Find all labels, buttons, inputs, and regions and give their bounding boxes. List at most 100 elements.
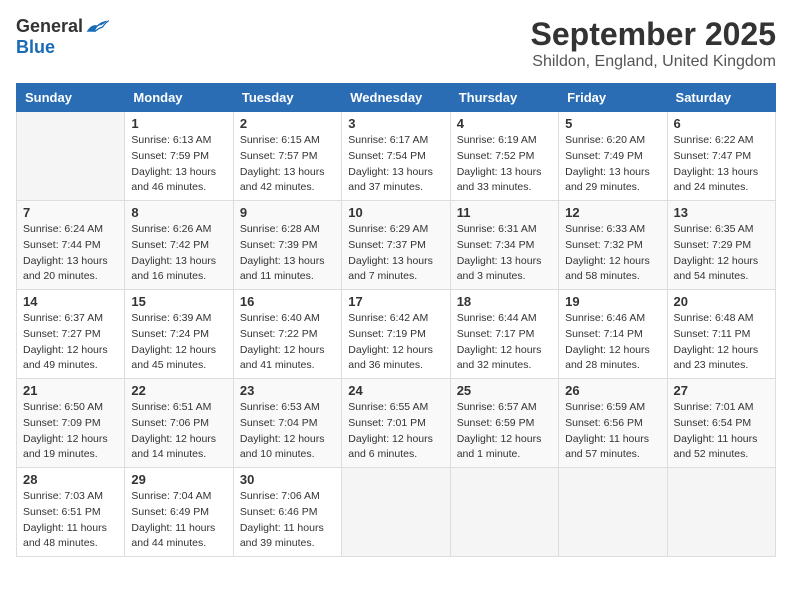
day-number: 25 (457, 383, 552, 398)
calendar-cell: 29 Sunrise: 7:04 AMSunset: 6:49 PMDayligh… (125, 468, 233, 557)
calendar-cell: 12 Sunrise: 6:33 AMSunset: 7:32 PMDayligh… (559, 201, 667, 290)
calendar-cell: 18 Sunrise: 6:44 AMSunset: 7:17 PMDayligh… (450, 290, 558, 379)
day-info: Sunrise: 6:29 AMSunset: 7:37 PMDaylight:… (348, 222, 443, 285)
day-number: 11 (457, 205, 552, 220)
calendar-cell (667, 468, 775, 557)
weekday-header-tuesday: Tuesday (233, 84, 341, 112)
day-number: 17 (348, 294, 443, 309)
day-info: Sunrise: 6:33 AMSunset: 7:32 PMDaylight:… (565, 222, 660, 285)
day-info: Sunrise: 6:57 AMSunset: 6:59 PMDaylight:… (457, 400, 552, 463)
day-number: 5 (565, 116, 660, 131)
calendar-week-row: 1 Sunrise: 6:13 AMSunset: 7:59 PMDaylight… (17, 112, 776, 201)
logo-blue-text: Blue (16, 37, 55, 58)
day-info: Sunrise: 6:40 AMSunset: 7:22 PMDaylight:… (240, 311, 335, 374)
calendar-cell: 27 Sunrise: 7:01 AMSunset: 6:54 PMDayligh… (667, 379, 775, 468)
calendar-cell: 19 Sunrise: 6:46 AMSunset: 7:14 PMDayligh… (559, 290, 667, 379)
calendar-table: SundayMondayTuesdayWednesdayThursdayFrid… (16, 83, 776, 557)
day-number: 6 (674, 116, 769, 131)
day-info: Sunrise: 6:22 AMSunset: 7:47 PMDaylight:… (674, 133, 769, 196)
calendar-cell: 16 Sunrise: 6:40 AMSunset: 7:22 PMDayligh… (233, 290, 341, 379)
weekday-header-sunday: Sunday (17, 84, 125, 112)
day-info: Sunrise: 6:53 AMSunset: 7:04 PMDaylight:… (240, 400, 335, 463)
weekday-header-saturday: Saturday (667, 84, 775, 112)
day-number: 10 (348, 205, 443, 220)
location-text: Shildon, England, United Kingdom (531, 53, 776, 71)
day-number: 27 (674, 383, 769, 398)
day-info: Sunrise: 7:03 AMSunset: 6:51 PMDaylight:… (23, 489, 118, 552)
day-info: Sunrise: 6:59 AMSunset: 6:56 PMDaylight:… (565, 400, 660, 463)
day-info: Sunrise: 7:01 AMSunset: 6:54 PMDaylight:… (674, 400, 769, 463)
day-number: 18 (457, 294, 552, 309)
calendar-cell: 24Sunrise: 6:55 AMSunset: 7:01 PMDayligh… (342, 379, 450, 468)
day-info: Sunrise: 6:42 AMSunset: 7:19 PMDaylight:… (348, 311, 443, 374)
title-section: September 2025 Shildon, England, United … (531, 16, 776, 71)
calendar-cell (342, 468, 450, 557)
day-info: Sunrise: 6:55 AMSunset: 7:01 PMDaylight:… (348, 400, 443, 463)
weekday-header-wednesday: Wednesday (342, 84, 450, 112)
day-number: 3 (348, 116, 443, 131)
calendar-cell: 1 Sunrise: 6:13 AMSunset: 7:59 PMDaylight… (125, 112, 233, 201)
day-number: 14 (23, 294, 118, 309)
calendar-cell: 13Sunrise: 6:35 AMSunset: 7:29 PMDayligh… (667, 201, 775, 290)
calendar-cell: 3 Sunrise: 6:17 AMSunset: 7:54 PMDaylight… (342, 112, 450, 201)
calendar-cell: 10 Sunrise: 6:29 AMSunset: 7:37 PMDayligh… (342, 201, 450, 290)
weekday-header-monday: Monday (125, 84, 233, 112)
day-number: 29 (131, 472, 226, 487)
day-number: 2 (240, 116, 335, 131)
calendar-cell: 26 Sunrise: 6:59 AMSunset: 6:56 PMDayligh… (559, 379, 667, 468)
day-info: Sunrise: 6:44 AMSunset: 7:17 PMDaylight:… (457, 311, 552, 374)
calendar-cell: 17 Sunrise: 6:42 AMSunset: 7:19 PMDayligh… (342, 290, 450, 379)
calendar-cell: 6 Sunrise: 6:22 AMSunset: 7:47 PMDaylight… (667, 112, 775, 201)
day-info: Sunrise: 6:28 AMSunset: 7:39 PMDaylight:… (240, 222, 335, 285)
day-info: Sunrise: 6:15 AMSunset: 7:57 PMDaylight:… (240, 133, 335, 196)
calendar-cell: 15Sunrise: 6:39 AMSunset: 7:24 PMDayligh… (125, 290, 233, 379)
day-number: 9 (240, 205, 335, 220)
day-info: Sunrise: 7:04 AMSunset: 6:49 PMDaylight:… (131, 489, 226, 552)
day-number: 4 (457, 116, 552, 131)
calendar-week-row: 14Sunrise: 6:37 AMSunset: 7:27 PMDayligh… (17, 290, 776, 379)
calendar-cell (559, 468, 667, 557)
logo-general-text: General (16, 16, 83, 37)
calendar-cell: 28 Sunrise: 7:03 AMSunset: 6:51 PMDayligh… (17, 468, 125, 557)
calendar-cell: 14Sunrise: 6:37 AMSunset: 7:27 PMDayligh… (17, 290, 125, 379)
calendar-week-row: 21 Sunrise: 6:50 AMSunset: 7:09 PMDayligh… (17, 379, 776, 468)
calendar-cell: 2 Sunrise: 6:15 AMSunset: 7:57 PMDaylight… (233, 112, 341, 201)
weekday-header-thursday: Thursday (450, 84, 558, 112)
day-info: Sunrise: 6:24 AMSunset: 7:44 PMDaylight:… (23, 222, 118, 285)
calendar-cell: 22Sunrise: 6:51 AMSunset: 7:06 PMDayligh… (125, 379, 233, 468)
logo: General Blue (16, 16, 109, 58)
day-number: 28 (23, 472, 118, 487)
calendar-cell (17, 112, 125, 201)
weekday-header-friday: Friday (559, 84, 667, 112)
calendar-week-row: 28 Sunrise: 7:03 AMSunset: 6:51 PMDayligh… (17, 468, 776, 557)
day-info: Sunrise: 6:51 AMSunset: 7:06 PMDaylight:… (131, 400, 226, 463)
day-info: Sunrise: 6:46 AMSunset: 7:14 PMDaylight:… (565, 311, 660, 374)
calendar-cell: 7 Sunrise: 6:24 AMSunset: 7:44 PMDaylight… (17, 201, 125, 290)
weekday-header-row: SundayMondayTuesdayWednesdayThursdayFrid… (17, 84, 776, 112)
day-info: Sunrise: 6:39 AMSunset: 7:24 PMDaylight:… (131, 311, 226, 374)
day-number: 7 (23, 205, 118, 220)
day-number: 19 (565, 294, 660, 309)
calendar-cell: 30Sunrise: 7:06 AMSunset: 6:46 PMDayligh… (233, 468, 341, 557)
day-number: 21 (23, 383, 118, 398)
day-number: 12 (565, 205, 660, 220)
calendar-cell: 9 Sunrise: 6:28 AMSunset: 7:39 PMDaylight… (233, 201, 341, 290)
day-info: Sunrise: 6:13 AMSunset: 7:59 PMDaylight:… (131, 133, 226, 196)
page-header: General Blue September 2025 Shildon, Eng… (16, 16, 776, 71)
day-number: 1 (131, 116, 226, 131)
day-info: Sunrise: 6:50 AMSunset: 7:09 PMDaylight:… (23, 400, 118, 463)
day-number: 26 (565, 383, 660, 398)
day-number: 13 (674, 205, 769, 220)
day-info: Sunrise: 6:26 AMSunset: 7:42 PMDaylight:… (131, 222, 226, 285)
day-number: 16 (240, 294, 335, 309)
calendar-week-row: 7 Sunrise: 6:24 AMSunset: 7:44 PMDaylight… (17, 201, 776, 290)
day-number: 23 (240, 383, 335, 398)
day-info: Sunrise: 7:06 AMSunset: 6:46 PMDaylight:… (240, 489, 335, 552)
day-number: 20 (674, 294, 769, 309)
calendar-cell: 25 Sunrise: 6:57 AMSunset: 6:59 PMDayligh… (450, 379, 558, 468)
day-info: Sunrise: 6:17 AMSunset: 7:54 PMDaylight:… (348, 133, 443, 196)
calendar-cell: 8Sunrise: 6:26 AMSunset: 7:42 PMDaylight… (125, 201, 233, 290)
day-info: Sunrise: 6:19 AMSunset: 7:52 PMDaylight:… (457, 133, 552, 196)
day-info: Sunrise: 6:31 AMSunset: 7:34 PMDaylight:… (457, 222, 552, 285)
calendar-cell: 11 Sunrise: 6:31 AMSunset: 7:34 PMDayligh… (450, 201, 558, 290)
